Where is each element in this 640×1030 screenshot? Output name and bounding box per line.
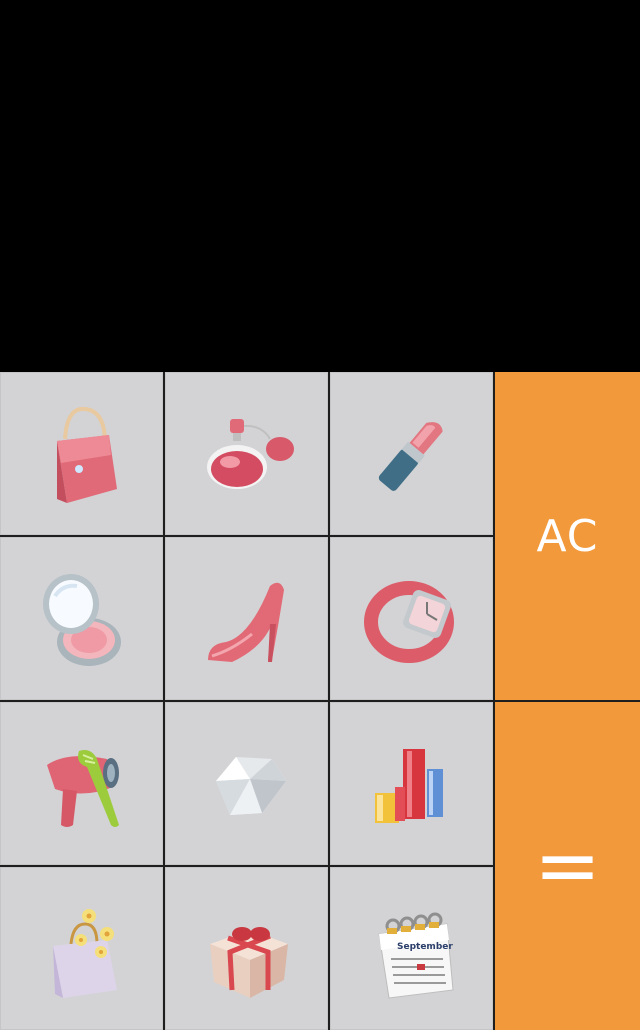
equals-label: = — [533, 819, 602, 912]
cosmetic-bottles-key[interactable] — [330, 702, 493, 865]
perfume-icon — [206, 418, 294, 489]
handbag-key[interactable] — [0, 372, 163, 535]
hair-dryer-key[interactable] — [0, 702, 163, 865]
calendar-icon: September — [377, 912, 454, 999]
all-clear-button[interactable]: AC — [495, 372, 640, 700]
shopping-bag-icon — [52, 908, 117, 998]
perfume-key[interactable] — [165, 372, 328, 535]
compact-mirror-key[interactable] — [0, 537, 163, 700]
lipstick-icon — [378, 421, 443, 491]
handbag-icon — [56, 406, 117, 503]
calendar-month-label: September — [397, 942, 453, 952]
wristwatch-icon — [363, 580, 454, 663]
lipstick-key[interactable] — [330, 372, 493, 535]
keypad: September AC = — [0, 372, 640, 1030]
calendar-key[interactable]: September — [330, 867, 493, 1030]
diamond-icon — [215, 756, 286, 815]
high-heel-icon — [207, 582, 284, 662]
compact-mirror-icon — [42, 573, 121, 666]
diamond-key[interactable] — [165, 702, 328, 865]
equals-button[interactable]: = — [495, 702, 640, 1030]
gift-box-key[interactable] — [165, 867, 328, 1030]
shopping-bag-key[interactable] — [0, 867, 163, 1030]
calculator-display — [0, 0, 640, 372]
wristwatch-key[interactable] — [330, 537, 493, 700]
all-clear-label: AC — [536, 510, 599, 562]
gift-box-icon — [209, 926, 288, 998]
hair-dryer-icon — [46, 749, 119, 827]
cosmetic-bottles-icon — [374, 748, 443, 823]
high-heel-key[interactable] — [165, 537, 328, 700]
